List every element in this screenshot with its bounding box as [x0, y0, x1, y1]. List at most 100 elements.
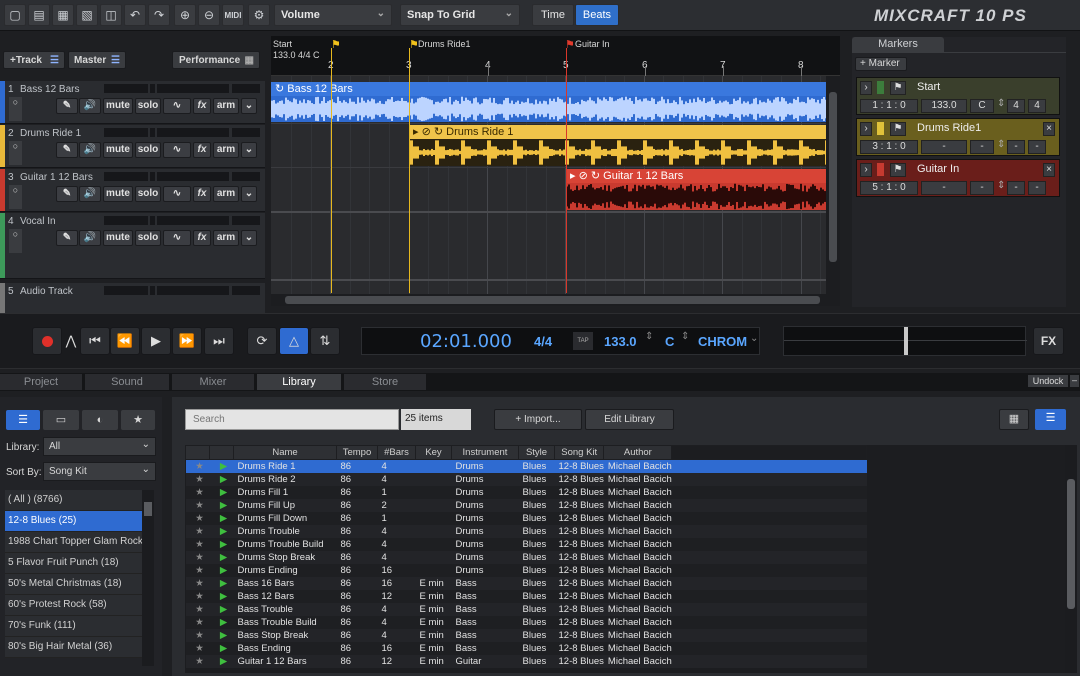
- sort-by-dropdown[interactable]: Song Kit ⌄: [43, 462, 156, 481]
- scale-mode-display[interactable]: CHROM: [698, 334, 747, 349]
- redo-icon[interactable]: ↷: [148, 4, 170, 26]
- marker-key[interactable]: -: [970, 181, 994, 195]
- fast-forward-button[interactable]: ⏩: [172, 327, 202, 355]
- edit-library-button[interactable]: Edit Library: [585, 409, 674, 430]
- play-preview-icon[interactable]: ▶: [210, 603, 234, 616]
- play-preview-icon[interactable]: ▶: [210, 460, 234, 473]
- stepper-icon[interactable]: ⇕: [997, 180, 1005, 191]
- table-row[interactable]: ★ ▶ Drums Fill 1 86 1 Drums Blues 12-8 Blues Mi…: [185, 485, 867, 499]
- table-row[interactable]: ★ ▶ Drums Stop Break 86 4 Drums Blues 12-8 Blu…: [185, 550, 867, 564]
- column-header[interactable]: [185, 445, 210, 460]
- drums-clip[interactable]: ▸ ⊘ ↻ Drums Ride 1: [409, 125, 826, 166]
- marker-sig-numerator[interactable]: -: [1007, 140, 1025, 154]
- arm-button[interactable]: arm: [213, 230, 239, 246]
- tempo-display[interactable]: 133.0: [604, 334, 637, 349]
- track-header[interactable]: 4 Vocal In ○ ✎ 🔊 mute solo ∿ fx arm ⌄: [0, 213, 265, 279]
- favorite-star-icon[interactable]: ★: [186, 486, 210, 499]
- pan-slider[interactable]: [232, 172, 260, 181]
- stepper-icon[interactable]: ⇕: [997, 139, 1005, 150]
- volume-slider[interactable]: [157, 216, 229, 225]
- tab-project[interactable]: Project: [0, 374, 82, 390]
- beats-mode-button[interactable]: Beats: [575, 4, 619, 26]
- marker-tempo[interactable]: -: [921, 140, 967, 154]
- master-button[interactable]: Master ☰: [68, 51, 126, 69]
- marker-sig-numerator[interactable]: 4: [1007, 99, 1025, 113]
- volume-slider[interactable]: [157, 128, 229, 137]
- category-list-item[interactable]: 70's Funk (111): [5, 616, 142, 637]
- horizontal-scrollbar[interactable]: [271, 294, 840, 306]
- play-preview-icon[interactable]: ▶: [210, 499, 234, 512]
- table-row[interactable]: ★ ▶ Drums Fill Up 86 2 Drums Blues 12-8 Blues M…: [185, 498, 867, 512]
- fx-button[interactable]: fx: [193, 186, 211, 202]
- table-row[interactable]: ★ ▶ Drums Trouble 86 4 Drums Blues 12-8 Blues M…: [185, 524, 867, 538]
- mute-button[interactable]: mute: [103, 142, 133, 158]
- column-header[interactable]: Author: [603, 445, 673, 460]
- midi-button[interactable]: MIDI: [222, 4, 244, 26]
- input-icon[interactable]: ○: [9, 97, 22, 121]
- play-preview-icon[interactable]: ▶: [210, 642, 234, 655]
- grid-view-icon[interactable]: ▦: [999, 409, 1029, 430]
- column-header[interactable]: Name: [233, 445, 337, 460]
- save-icon[interactable]: ▧: [76, 4, 98, 26]
- table-row[interactable]: ★ ▶ Drums Ride 2 86 4 Drums Blues 12-8 Blues Mi…: [185, 472, 867, 486]
- solo-button[interactable]: solo: [135, 142, 161, 158]
- marker-key[interactable]: -: [970, 140, 994, 154]
- undo-icon[interactable]: ↶: [124, 4, 146, 26]
- play-preview-icon[interactable]: ▶: [210, 629, 234, 642]
- loop-button[interactable]: ⟳: [247, 327, 277, 355]
- guitar-clip[interactable]: ▸ ⊘ ↻ Guitar 1 12 Bars: [566, 169, 826, 210]
- column-header[interactable]: Instrument: [451, 445, 519, 460]
- category-list-item[interactable]: ( All ) (8766): [5, 490, 142, 511]
- master-fader-handle[interactable]: [904, 327, 908, 355]
- expand-icon[interactable]: ›: [860, 163, 872, 177]
- undock-button[interactable]: Undock: [1028, 375, 1068, 387]
- marker-item[interactable]: › ⚑ Drums Ride1 × 3 : 1 : 0 - - ⇕ - -: [856, 118, 1060, 156]
- marker-color-swatch[interactable]: [877, 81, 884, 94]
- markers-tab[interactable]: Markers: [852, 37, 944, 52]
- tab-store[interactable]: Store: [344, 374, 426, 390]
- marker-tempo[interactable]: -: [921, 181, 967, 195]
- favorite-star-icon[interactable]: ★: [186, 538, 210, 551]
- import-button[interactable]: + Import...: [494, 409, 582, 430]
- chevron-down-icon[interactable]: ⌄: [241, 98, 257, 114]
- play-preview-icon[interactable]: ▶: [210, 512, 234, 525]
- play-preview-icon[interactable]: ▶: [210, 590, 234, 603]
- category-list-item[interactable]: 1988 Chart Topper Glam Rock (: [5, 532, 142, 553]
- track-name[interactable]: 4: [8, 216, 14, 227]
- split-icon[interactable]: ◫: [100, 4, 122, 26]
- play-preview-icon[interactable]: ▶: [210, 577, 234, 590]
- category-list-item[interactable]: 50's Metal Christmas (18): [5, 574, 142, 595]
- automation-icon[interactable]: ∿: [163, 142, 191, 158]
- pan-slider[interactable]: [232, 84, 260, 93]
- track-header[interactable]: 1 Bass 12 Bars ○ ✎ 🔊 mute solo ∿ fx arm …: [0, 81, 265, 124]
- bass-clip[interactable]: ↻ Bass 12 Bars: [271, 82, 826, 122]
- marker-color-swatch[interactable]: [877, 122, 884, 135]
- marker-flag-icon[interactable]: ⚑: [331, 38, 341, 51]
- input-icon[interactable]: ○: [9, 185, 22, 209]
- key-display[interactable]: C: [665, 334, 674, 349]
- table-scrollbar[interactable]: [1065, 445, 1077, 673]
- chevron-down-icon[interactable]: ⌄: [750, 333, 758, 344]
- snap-dropdown[interactable]: Snap To Grid ⌄: [400, 4, 520, 26]
- minimize-icon[interactable]: –: [1070, 375, 1079, 387]
- table-row[interactable]: ★ ▶ Bass 16 Bars 86 16 E min Bass Blues 12-8 Bl…: [185, 576, 867, 590]
- marker-position[interactable]: 3 : 1 : 0: [860, 140, 918, 154]
- track-name[interactable]: Audio Track: [20, 286, 73, 297]
- pan-slider[interactable]: [232, 216, 260, 225]
- favorite-star-icon[interactable]: ★: [186, 460, 210, 473]
- favorite-star-icon[interactable]: ★: [186, 564, 210, 577]
- stepper-icon[interactable]: ⇕: [681, 331, 689, 342]
- timeline-ruler[interactable]: Start 133.0 4/4 C ⚑ ⚑ Drums Ride1 ⚑ Guit…: [271, 36, 840, 76]
- chevron-down-icon[interactable]: ⌄: [241, 142, 257, 158]
- favorite-star-icon[interactable]: ★: [186, 499, 210, 512]
- favorite-star-icon[interactable]: ★: [186, 551, 210, 564]
- category-scrollbar[interactable]: [142, 490, 154, 666]
- stepper-icon[interactable]: ⇕: [645, 331, 653, 342]
- speaker-icon[interactable]: 🔊: [79, 142, 101, 158]
- input-icon[interactable]: ○: [9, 141, 22, 165]
- add-track-button[interactable]: +Track ☰: [3, 51, 65, 69]
- tab-library[interactable]: Library: [257, 374, 341, 390]
- marker-tempo[interactable]: 133.0: [921, 99, 967, 113]
- tap-tempo-button[interactable]: TAP: [573, 332, 593, 350]
- play-button[interactable]: ▶: [141, 327, 171, 355]
